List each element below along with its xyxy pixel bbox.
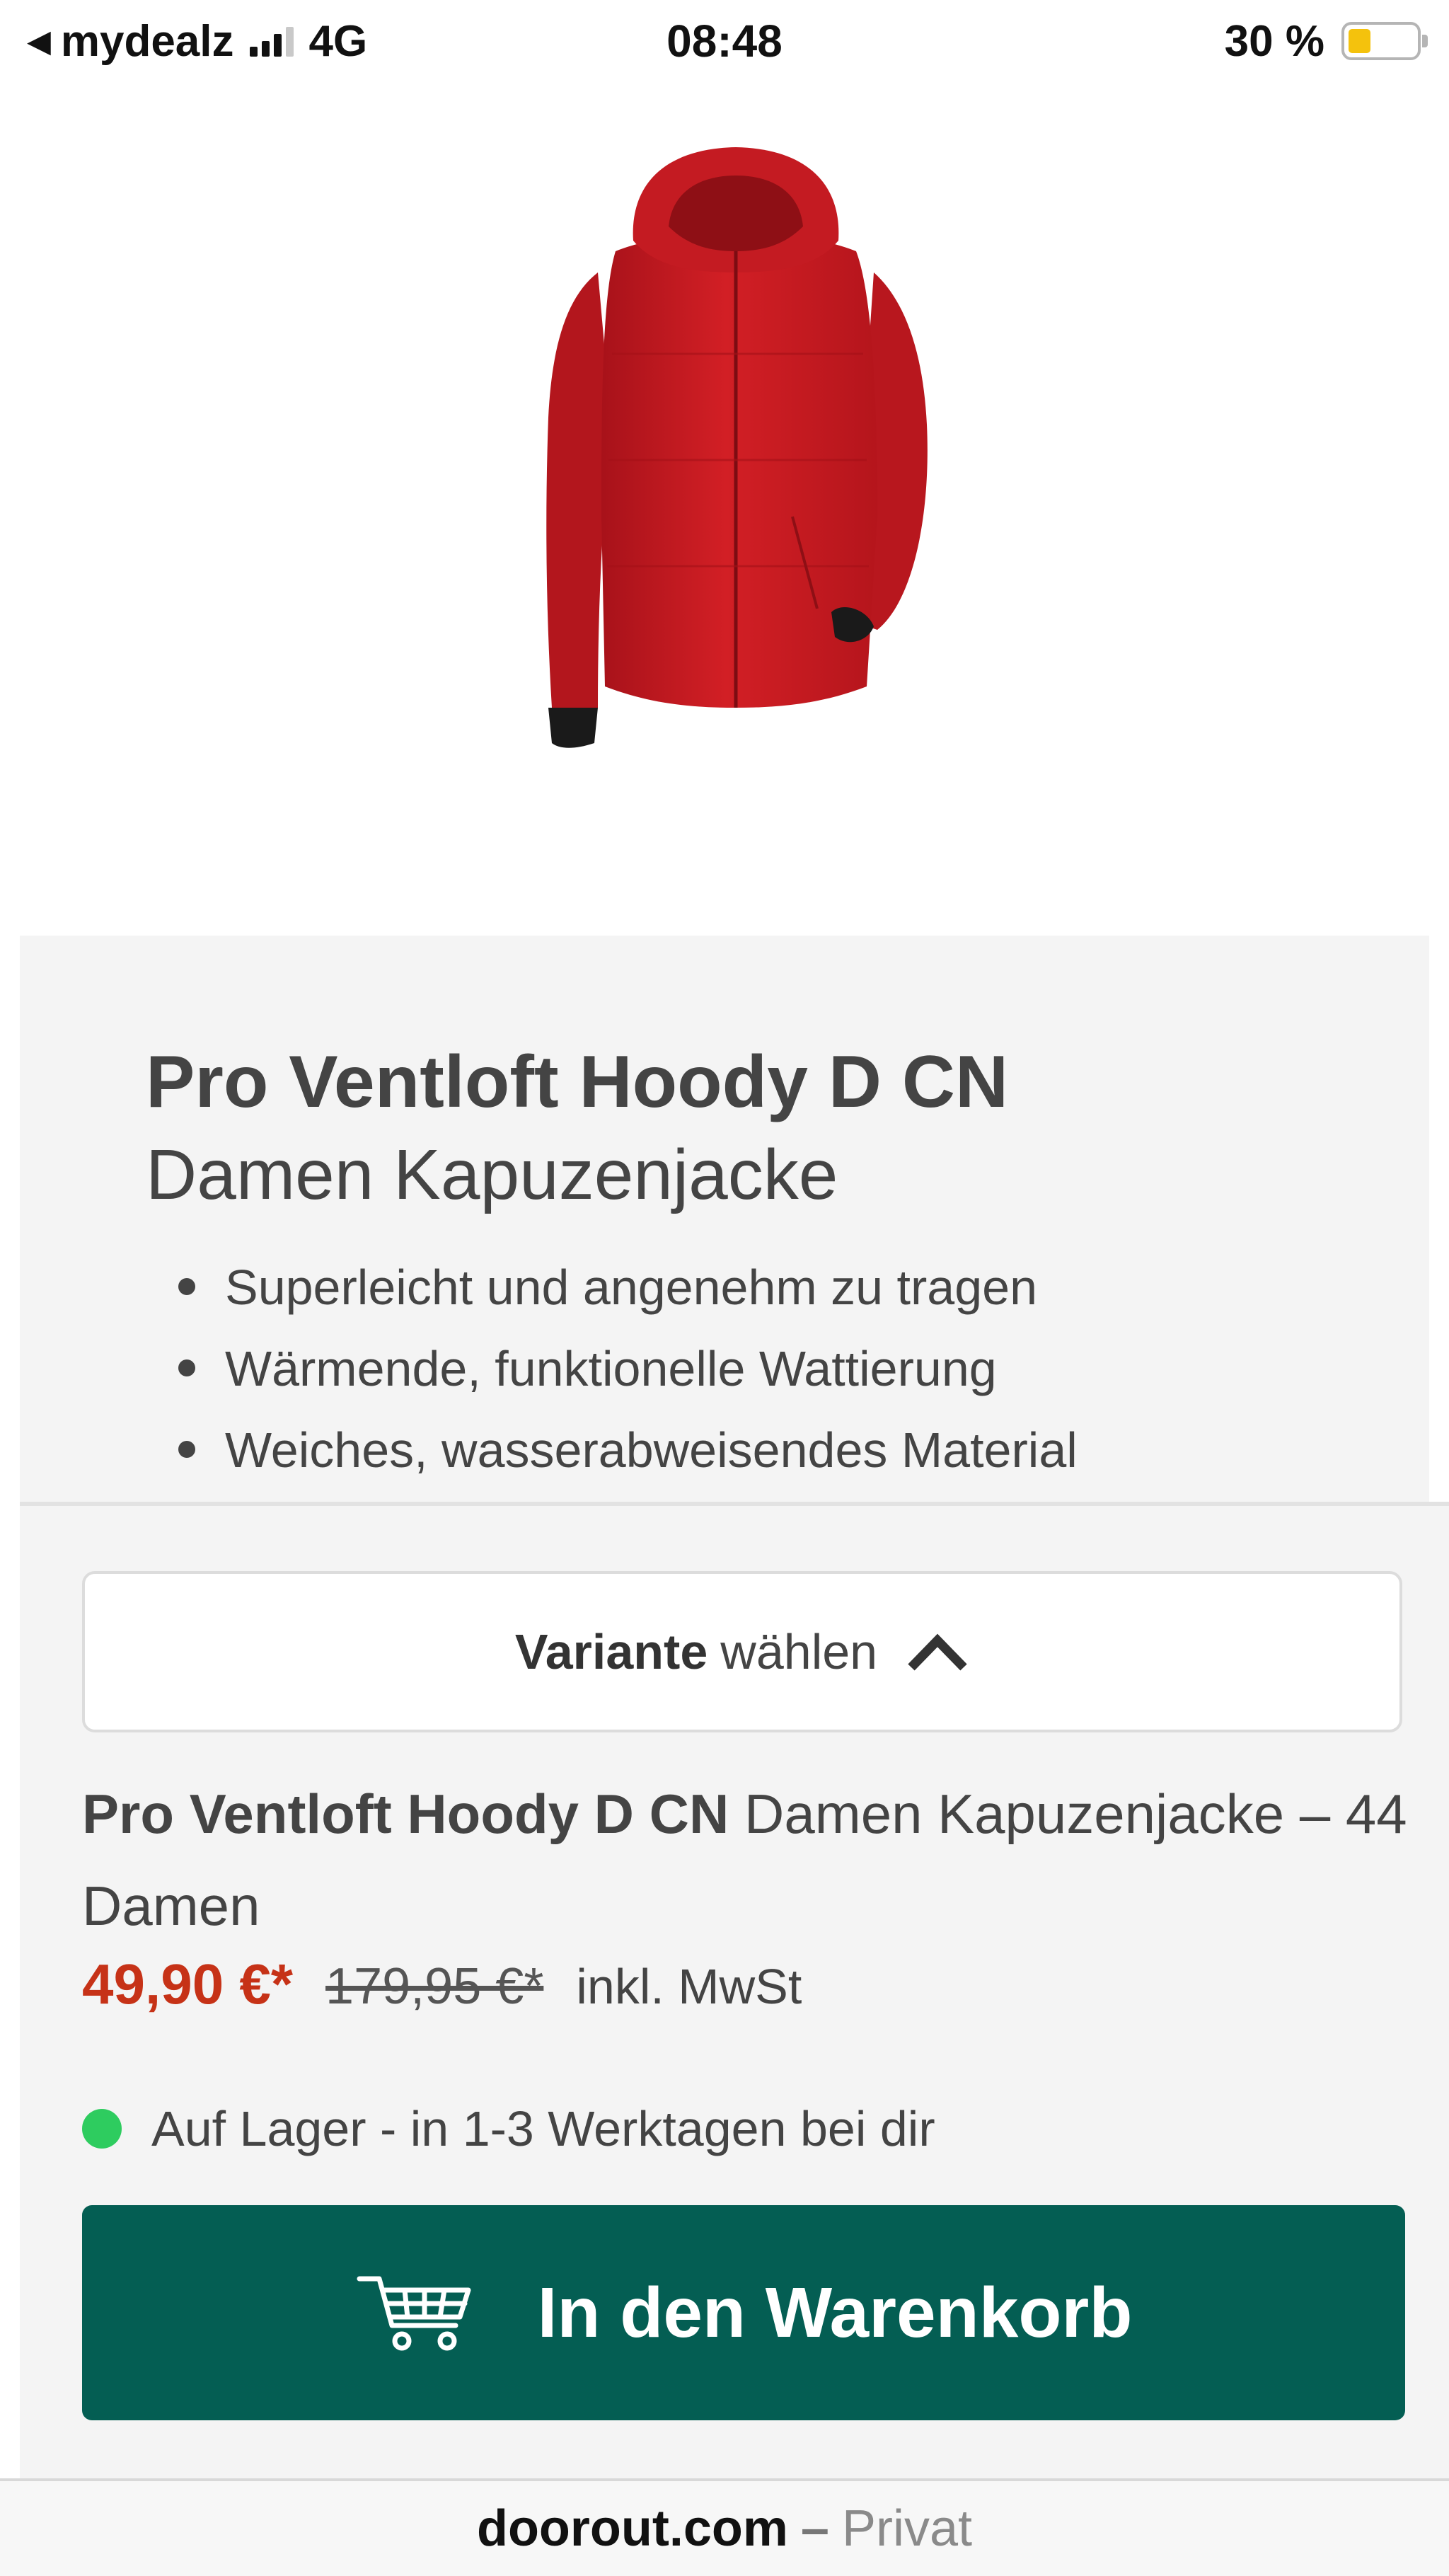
url-separator: – (800, 2500, 829, 2557)
selected-variant-name: Pro Ventloft Hoody D CN (82, 1783, 729, 1845)
feature-list: Superleicht und angenehm zu tragen Wärme… (146, 1247, 1078, 1491)
url-domain: doorout.com (476, 2500, 788, 2557)
feature-item: Superleicht und angenehm zu tragen (146, 1247, 1078, 1328)
shopping-cart-icon (357, 2276, 471, 2351)
feature-text: Superleicht und angenehm zu tragen (225, 1260, 1038, 1315)
feature-text: Weiches, wasserabweisendes Material (225, 1422, 1078, 1478)
battery-icon (1341, 22, 1428, 60)
sale-price: 49,90 €* (82, 1953, 294, 2016)
variant-action-label: wählen (720, 1624, 878, 1679)
selected-variant-text: Pro Ventloft Hoody D CN Damen Kapuzenjac… (82, 1768, 1426, 1952)
browser-url-bar[interactable]: doorout.com – Privat (0, 2478, 1449, 2576)
product-subtitle: Damen Kapuzenjacke (146, 1135, 838, 1214)
product-title: Pro Ventloft Hoody D CN (146, 1041, 1009, 1123)
feature-item: Wärmende, funktionelle Wattierung (146, 1328, 1078, 1410)
stock-text: Auf Lager - in 1-3 Werktagen bei dir (151, 2101, 935, 2156)
battery-percentage: 30 % (1224, 16, 1324, 66)
product-info-panel: Pro Ventloft Hoody D CN Damen Kapuzenjac… (20, 936, 1429, 1502)
tax-note: inkl. MwSt (576, 1959, 802, 2014)
variant-select-button[interactable]: Variante wählen (82, 1571, 1402, 1732)
feature-text: Wärmende, funktionelle Wattierung (225, 1341, 997, 1396)
add-to-cart-button[interactable]: In den Warenkorb (82, 2205, 1405, 2420)
status-bar: ◀ mydealz 4G 08:48 30 % (0, 0, 1449, 81)
private-mode-label: Privat (841, 2500, 973, 2557)
original-price: 179,95 €* (325, 1958, 544, 2015)
battery-level-fill (1349, 29, 1371, 53)
feature-item: Weiches, wasserabweisendes Material (146, 1410, 1078, 1491)
status-bar-right: 30 % (1224, 13, 1428, 69)
add-to-cart-label: In den Warenkorb (537, 2272, 1133, 2352)
price-row: 49,90 €* 179,95 €* inkl. MwSt (82, 1952, 802, 2017)
red-hooded-jacket-image (546, 147, 928, 748)
purchase-panel: Variante wählen Pro Ventloft Hoody D CN … (20, 1502, 1449, 2478)
stock-status: Auf Lager - in 1-3 Werktagen bei dir (82, 2100, 935, 2157)
variant-label: Variante (514, 1624, 708, 1679)
in-stock-dot-icon (82, 2109, 122, 2149)
chevron-up-icon (908, 1633, 967, 1671)
